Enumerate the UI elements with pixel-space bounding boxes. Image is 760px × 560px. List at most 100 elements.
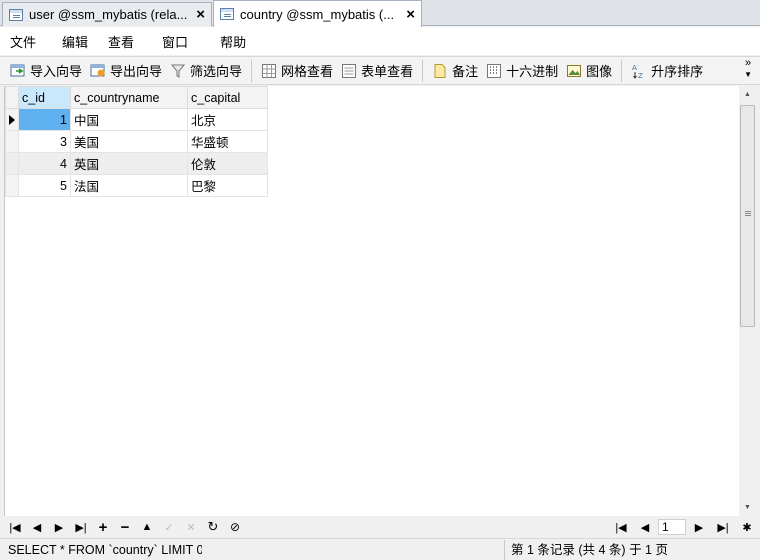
cell-c-id[interactable]: 3 [18, 130, 71, 153]
export-icon [90, 64, 105, 76]
table-icon [9, 8, 23, 21]
export-wizard-button[interactable]: 导出向导 [86, 59, 166, 83]
form-view-button[interactable]: 表单查看 [337, 59, 417, 83]
cell-c-countryname[interactable]: 法国 [70, 174, 188, 197]
row-indicator [5, 130, 19, 153]
form-view-label: 表单查看 [361, 64, 414, 79]
menu-help[interactable]: 帮助 [210, 32, 256, 51]
grid-view-button[interactable]: 网格查看 [257, 59, 337, 83]
delete-record-icon[interactable]: − [114, 518, 136, 536]
filter-wizard-button[interactable]: 筛选向导 [166, 59, 246, 83]
menu-window[interactable]: 窗口 [152, 32, 198, 51]
import-wizard-button[interactable]: 导入向导 [6, 59, 86, 83]
toolbar-separator [251, 59, 253, 82]
hex-label: 十六进制 [506, 64, 559, 79]
filter-icon [170, 64, 186, 78]
image-button[interactable]: 图像 [562, 59, 616, 83]
grid-view-label: 网格查看 [281, 64, 334, 79]
next-record-icon[interactable]: ▶ [48, 518, 70, 536]
refresh-icon[interactable]: ↻ [202, 518, 224, 536]
next-page-icon[interactable]: ▶ [688, 518, 710, 536]
column-header-c-countryname[interactable]: c_countryname [70, 86, 188, 109]
cell-c-capital[interactable]: 华盛顿 [187, 130, 268, 153]
svg-text:Z: Z [638, 72, 643, 79]
stop-icon[interactable]: ⊘ [224, 518, 246, 536]
last-page-icon[interactable]: ▶| [712, 518, 734, 536]
page-number-input[interactable]: 1 [658, 519, 686, 535]
cell-c-countryname[interactable]: 美国 [70, 130, 188, 153]
image-label: 图像 [586, 64, 613, 79]
sort-ascending-button[interactable]: AZ 升序排序 [627, 59, 707, 83]
data-grid[interactable]: c_id c_countryname c_capital 1 中国 北京 3 美… [4, 86, 739, 516]
scroll-up-icon[interactable]: ▲ [739, 86, 756, 103]
sort-ascending-icon: AZ [632, 64, 643, 79]
status-bar: SELECT * FROM `country` LIMIT 0, 第 1 条记录… [0, 538, 760, 560]
table-row[interactable]: 5 法国 巴黎 [5, 174, 268, 197]
row-indicator-header [5, 86, 19, 109]
toolbar-separator [621, 59, 623, 82]
import-icon [10, 64, 25, 76]
page-navigator: |◀ ◀ 1 ▶ ▶| ✱ [610, 518, 758, 536]
tab-country[interactable]: country @ssm_mybatis (... × [213, 0, 422, 27]
current-row-indicator [5, 108, 19, 131]
last-record-icon[interactable]: ▶| [70, 518, 92, 536]
image-icon [567, 64, 582, 77]
cell-c-capital[interactable]: 北京 [187, 108, 268, 131]
menu-bar: 文件 编辑 查看 窗口 帮助 [0, 27, 760, 55]
tab-bar: user @ssm_mybatis (rela... × country @ss… [0, 0, 760, 27]
cell-c-id[interactable]: 4 [18, 152, 71, 175]
menu-edit[interactable]: 编辑 [52, 32, 98, 51]
table-row[interactable]: 4 英国 伦敦 [5, 152, 268, 175]
menu-file[interactable]: 文件 [0, 32, 46, 51]
tab-label: country @ssm_mybatis (... [240, 6, 395, 22]
menu-view[interactable]: 查看 [98, 32, 144, 51]
record-navigator: |◀ ◀ ▶ ▶| + − ▲ ✓ ✕ ↻ ⊘ |◀ ◀ 1 ▶ ▶| ✱ [0, 516, 760, 538]
filter-wizard-label: 筛选向导 [190, 64, 243, 79]
form-icon [342, 63, 357, 78]
hex-icon [487, 63, 502, 78]
toolbar-overflow-icon[interactable]: » ▼ [744, 57, 752, 81]
dropdown-arrow-icon: ▼ [744, 70, 752, 79]
cell-c-id[interactable]: 1 [18, 108, 71, 131]
memo-icon [434, 63, 446, 78]
previous-page-icon[interactable]: ◀ [634, 518, 656, 536]
cell-c-countryname[interactable]: 英国 [70, 152, 188, 175]
vertical-scrollbar[interactable]: ▲ ▼ [739, 86, 756, 516]
apply-changes-icon[interactable]: ✓ [158, 518, 180, 536]
more-chevron: » [744, 57, 752, 69]
table-icon [220, 8, 234, 20]
cell-c-capital[interactable]: 巴黎 [187, 174, 268, 197]
settings-icon[interactable]: ✱ [736, 518, 758, 536]
toolbar-separator [422, 59, 424, 82]
scroll-down-icon[interactable]: ▼ [739, 499, 756, 516]
row-pointer-icon [9, 115, 15, 125]
first-record-icon[interactable]: |◀ [4, 518, 26, 536]
table-row[interactable]: 1 中国 北京 [5, 108, 268, 131]
edit-record-icon[interactable]: ▲ [136, 518, 158, 536]
close-icon[interactable]: × [196, 7, 205, 22]
cell-c-capital[interactable]: 伦敦 [187, 152, 268, 175]
previous-record-icon[interactable]: ◀ [26, 518, 48, 536]
hex-button[interactable]: 十六进制 [482, 59, 562, 83]
cell-c-id[interactable]: 5 [18, 174, 71, 197]
import-wizard-label: 导入向导 [30, 64, 83, 79]
header-row: c_id c_countryname c_capital [5, 86, 268, 109]
tab-user[interactable]: user @ssm_mybatis (rela... × [2, 2, 212, 26]
export-wizard-label: 导出向导 [110, 64, 163, 79]
add-record-icon[interactable]: + [92, 518, 114, 536]
column-header-c-id[interactable]: c_id [18, 86, 71, 109]
close-icon[interactable]: × [406, 7, 415, 22]
sort-ascending-label: 升序排序 [651, 64, 704, 79]
cell-c-countryname[interactable]: 中国 [70, 108, 188, 131]
discard-changes-icon[interactable]: ✕ [180, 518, 202, 536]
tab-label: user @ssm_mybatis (rela... [29, 7, 188, 22]
record-count-status: 第 1 条记录 (共 4 条) 于 1 页 [504, 540, 668, 560]
table-row[interactable]: 3 美国 华盛顿 [5, 130, 268, 153]
first-page-icon[interactable]: |◀ [610, 518, 632, 536]
scroll-thumb[interactable] [740, 105, 755, 327]
memo-label: 备注 [452, 64, 479, 79]
column-header-c-capital[interactable]: c_capital [187, 86, 268, 109]
row-indicator [5, 152, 19, 175]
grid-icon [262, 63, 277, 78]
memo-button[interactable]: 备注 [428, 59, 482, 83]
